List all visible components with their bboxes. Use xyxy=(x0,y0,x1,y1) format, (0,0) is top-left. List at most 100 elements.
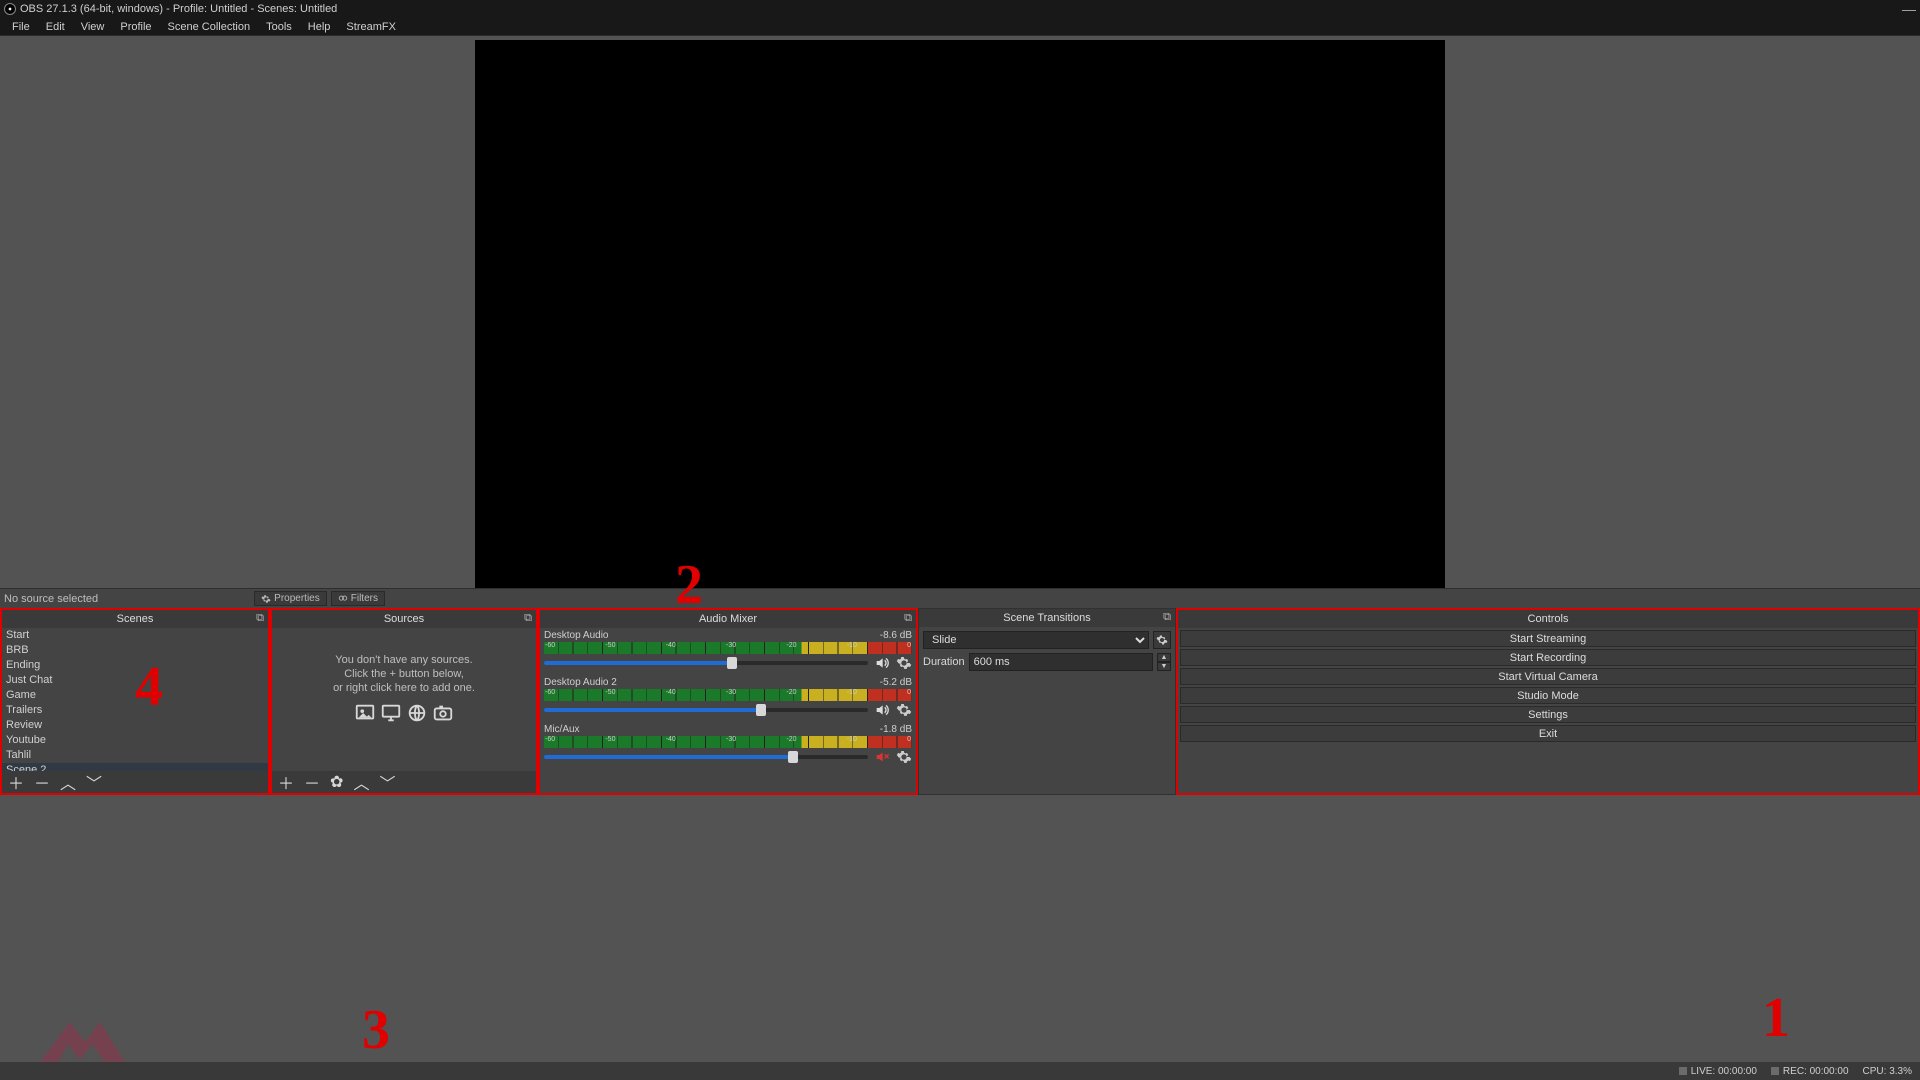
audio-channel: Desktop Audio 2-5.2 dB -60-50-40-30-20-1… xyxy=(544,677,912,718)
controls-title: Controls xyxy=(1528,613,1569,625)
duration-label: Duration xyxy=(923,656,965,668)
scene-item[interactable]: Review xyxy=(2,718,268,733)
channel-db: -8.6 dB xyxy=(880,630,912,641)
menu-view[interactable]: View xyxy=(73,19,113,35)
scene-item[interactable]: Trailers xyxy=(2,703,268,718)
mixer-title-bar[interactable]: Audio Mixer ⧉ xyxy=(540,610,916,628)
source-toolbar: No source selected Properties Filters xyxy=(0,588,1920,608)
popout-icon[interactable]: ⧉ xyxy=(904,612,912,625)
scenes-title: Scenes xyxy=(117,613,154,625)
minimize-button[interactable]: — xyxy=(1902,4,1916,14)
controls-dock: Controls Start Streaming Start Recording… xyxy=(1176,608,1920,795)
preview-area xyxy=(0,36,1920,588)
move-scene-down-button[interactable]: ﹀ xyxy=(86,770,102,794)
scene-item[interactable]: Ending xyxy=(2,658,268,673)
annotation-3: 3 xyxy=(362,998,390,1062)
menu-help[interactable]: Help xyxy=(300,19,339,35)
duration-input[interactable] xyxy=(969,653,1153,671)
popout-icon[interactable]: ⧉ xyxy=(1163,611,1171,624)
start-streaming-button[interactable]: Start Streaming xyxy=(1180,630,1916,647)
popout-icon[interactable]: ⧉ xyxy=(256,612,264,625)
add-source-button[interactable]: ＋ xyxy=(278,770,294,794)
channel-name: Mic/Aux xyxy=(544,724,580,735)
volume-slider[interactable] xyxy=(544,708,868,712)
filters-icon xyxy=(338,594,348,604)
scene-item[interactable]: Scene 2 xyxy=(2,763,268,771)
menu-file[interactable]: File xyxy=(4,19,38,35)
exit-button[interactable]: Exit xyxy=(1180,725,1916,742)
transition-settings-button[interactable] xyxy=(1153,631,1171,649)
channel-name: Desktop Audio xyxy=(544,630,609,641)
controls-title-bar[interactable]: Controls xyxy=(1178,610,1918,628)
gear-icon xyxy=(261,594,271,604)
start-virtual-camera-button[interactable]: Start Virtual Camera xyxy=(1180,668,1916,685)
scenes-title-bar[interactable]: Scenes ⧉ xyxy=(2,610,268,628)
camera-icon xyxy=(432,702,454,724)
popout-icon[interactable]: ⧉ xyxy=(524,612,532,625)
studio-mode-button[interactable]: Studio Mode xyxy=(1180,687,1916,704)
menu-tools[interactable]: Tools xyxy=(258,19,300,35)
move-source-down-button[interactable]: ﹀ xyxy=(379,770,395,794)
status-cpu: CPU: 3.3% xyxy=(1863,1066,1912,1077)
transitions-title-bar[interactable]: Scene Transitions ⧉ xyxy=(919,609,1175,627)
scenes-list[interactable]: StartBRBEndingJust ChatGameTrailersRevie… xyxy=(2,628,268,771)
status-live: LIVE: 00:00:00 xyxy=(1679,1066,1757,1077)
speaker-muted-icon[interactable] xyxy=(874,749,890,765)
sources-dock: Sources ⧉ You don't have any sources. Cl… xyxy=(270,608,538,795)
volume-slider[interactable] xyxy=(544,755,868,759)
channel-name: Desktop Audio 2 xyxy=(544,677,617,688)
gear-icon xyxy=(1156,634,1168,646)
sources-toolbar: ＋ － ✿ ︿ ﹀ xyxy=(272,771,536,793)
duration-down-button[interactable]: ▼ xyxy=(1157,662,1171,671)
scene-item[interactable]: Game xyxy=(2,688,268,703)
duration-up-button[interactable]: ▲ xyxy=(1157,653,1171,662)
add-scene-button[interactable]: ＋ xyxy=(8,770,24,794)
preview-canvas[interactable] xyxy=(475,40,1445,588)
scene-item[interactable]: Youtube xyxy=(2,733,268,748)
no-source-label: No source selected xyxy=(4,593,98,605)
audio-meter: -60-50-40-30-20-100 xyxy=(544,736,912,748)
sources-empty-hint: You don't have any sources. Click the + … xyxy=(272,628,536,749)
annotation-1: 1 xyxy=(1762,986,1790,1050)
audio-meter: -60-50-40-30-20-100 xyxy=(544,642,912,654)
move-source-up-button[interactable]: ︿ xyxy=(353,770,369,794)
remove-source-button[interactable]: － xyxy=(304,770,320,794)
channel-settings-button[interactable] xyxy=(896,749,912,765)
audio-channel: Mic/Aux -1.8 dB -60-50-40-30-20-100 xyxy=(544,724,912,765)
sources-title: Sources xyxy=(384,613,424,625)
source-settings-button[interactable]: ✿ xyxy=(330,772,343,792)
scenes-toolbar: ＋ － ︿ ﹀ xyxy=(2,771,268,793)
mixer-title: Audio Mixer xyxy=(699,613,757,625)
status-bar: LIVE: 00:00:00 REC: 00:00:00 CPU: 3.3% xyxy=(0,1062,1920,1080)
menu-bar: File Edit View Profile Scene Collection … xyxy=(0,18,1920,36)
scene-item[interactable]: Tahlil xyxy=(2,748,268,763)
channel-db: -1.8 dB xyxy=(880,724,912,735)
channel-settings-button[interactable] xyxy=(896,655,912,671)
remove-scene-button[interactable]: － xyxy=(34,770,50,794)
start-recording-button[interactable]: Start Recording xyxy=(1180,649,1916,666)
speaker-icon[interactable] xyxy=(874,702,890,718)
obs-logo-icon xyxy=(4,3,16,15)
properties-button[interactable]: Properties xyxy=(254,591,327,606)
scene-item[interactable]: Just Chat xyxy=(2,673,268,688)
sources-title-bar[interactable]: Sources ⧉ xyxy=(272,610,536,628)
channel-settings-button[interactable] xyxy=(896,702,912,718)
scene-item[interactable]: Start xyxy=(2,628,268,643)
move-scene-up-button[interactable]: ︿ xyxy=(60,770,76,794)
title-bar: OBS 27.1.3 (64-bit, windows) - Profile: … xyxy=(0,0,1920,18)
menu-edit[interactable]: Edit xyxy=(38,19,73,35)
transitions-title: Scene Transitions xyxy=(1003,612,1090,624)
menu-scene-collection[interactable]: Scene Collection xyxy=(160,19,259,35)
status-rec: REC: 00:00:00 xyxy=(1771,1066,1849,1077)
speaker-icon[interactable] xyxy=(874,655,890,671)
scene-item[interactable]: BRB xyxy=(2,643,268,658)
volume-slider[interactable] xyxy=(544,661,868,665)
menu-profile[interactable]: Profile xyxy=(112,19,159,35)
transition-select[interactable]: Slide xyxy=(923,631,1149,649)
menu-streamfx[interactable]: StreamFX xyxy=(338,19,404,35)
monitor-icon xyxy=(380,702,402,724)
image-icon xyxy=(354,702,376,724)
filters-button[interactable]: Filters xyxy=(331,591,385,606)
audio-channel: Desktop Audio -8.6 dB -60-50-40-30-20-100 xyxy=(544,630,912,671)
settings-button[interactable]: Settings xyxy=(1180,706,1916,723)
